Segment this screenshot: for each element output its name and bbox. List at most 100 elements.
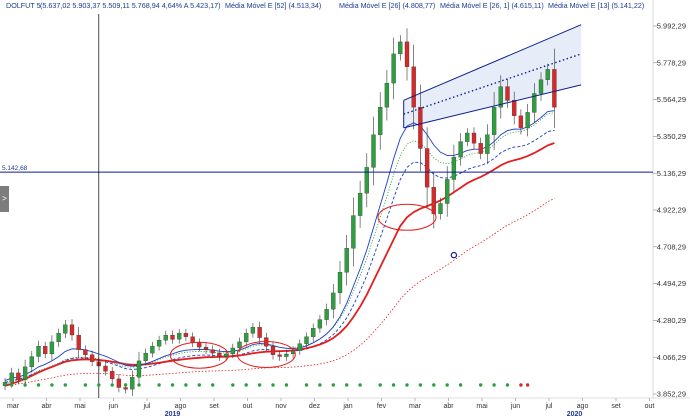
signal-dot-up bbox=[50, 383, 54, 387]
signal-dot-up bbox=[405, 383, 409, 387]
horizontal-line-label: 5.142,68 bbox=[2, 165, 28, 172]
signal-dot-up bbox=[97, 383, 101, 387]
candle-up bbox=[525, 112, 530, 129]
candle-up bbox=[364, 167, 369, 194]
candle-down bbox=[404, 41, 410, 67]
signal-dot-down bbox=[525, 383, 530, 387]
y-axis: 5.992,29 5.778,29 5.564,29 5.350,29 5.136,29… bbox=[653, 22, 686, 399]
signal-dot-up bbox=[231, 383, 235, 387]
candle-down bbox=[505, 86, 510, 101]
candle-up bbox=[391, 53, 396, 84]
candle-down bbox=[257, 327, 262, 338]
candle-up bbox=[56, 333, 61, 343]
candle-up bbox=[357, 193, 363, 216]
candle-up bbox=[177, 333, 182, 340]
header-ma-52: Média Móvel E [52] (4.513,34) bbox=[225, 1, 321, 10]
y-tick-label: 4.708,29 bbox=[657, 242, 686, 251]
signal-dot-up bbox=[10, 383, 14, 387]
candle-up bbox=[311, 328, 316, 337]
y-tick-label: 4.066,29 bbox=[657, 353, 686, 362]
signal-dot-up bbox=[391, 383, 396, 387]
side-panel-toggle[interactable]: > bbox=[0, 186, 9, 212]
candle-down bbox=[478, 143, 483, 154]
signal-dot-up bbox=[284, 383, 289, 387]
candle-up bbox=[22, 366, 28, 380]
header-symbol: DOLFUT 5 bbox=[6, 1, 41, 10]
signal-dot-up bbox=[505, 383, 510, 387]
candle-up bbox=[284, 353, 289, 357]
candle-up bbox=[130, 377, 135, 390]
signal-dot-up bbox=[271, 383, 275, 387]
candle-up bbox=[163, 334, 168, 341]
candle-down bbox=[76, 334, 81, 350]
x-axis: mar abr mai jun jul ago set out nov dez jan fev mar a… bbox=[7, 398, 654, 418]
candle-down bbox=[197, 342, 202, 348]
x-tick-label: fev bbox=[377, 403, 387, 410]
x-tick-label: set bbox=[209, 403, 218, 410]
candle-up bbox=[143, 352, 148, 361]
candle-up bbox=[458, 141, 463, 158]
candle-up bbox=[36, 346, 41, 357]
signal-dot-up bbox=[378, 383, 382, 387]
candle-up bbox=[29, 356, 34, 368]
candle-down bbox=[277, 354, 282, 357]
candle-down bbox=[518, 115, 524, 128]
candle-up bbox=[398, 41, 403, 55]
x-tick-label: set bbox=[611, 403, 620, 410]
signal-dot-up bbox=[123, 383, 128, 387]
x-year-label: 2020 bbox=[567, 411, 583, 418]
candle-down bbox=[471, 132, 477, 144]
x-tick-label: jan bbox=[342, 403, 352, 410]
x-tick-label: jul bbox=[142, 403, 150, 410]
signal-dot-up bbox=[445, 383, 449, 387]
x-tick-label: jun bbox=[510, 403, 520, 410]
signal-dot-up bbox=[458, 383, 463, 387]
x-tick-label: jun bbox=[108, 403, 118, 410]
x-tick-label: out bbox=[243, 403, 253, 410]
candle-up bbox=[351, 215, 356, 249]
y-tick-label: 5.778,29 bbox=[657, 58, 686, 67]
y-tick-label: 4.922,29 bbox=[657, 206, 686, 215]
candle-up bbox=[545, 69, 550, 80]
x-tick-label: ago bbox=[577, 403, 589, 410]
x-tick-label: out bbox=[645, 403, 655, 410]
candle-up bbox=[344, 248, 349, 273]
candle-up bbox=[465, 132, 470, 142]
signal-dot-up bbox=[110, 383, 114, 387]
signal-dot-up bbox=[83, 383, 88, 387]
x-tick-label: mar bbox=[409, 403, 422, 410]
candle-up bbox=[2, 382, 8, 386]
candle-up bbox=[237, 341, 242, 349]
candle-up bbox=[244, 333, 249, 343]
candle-up bbox=[451, 156, 457, 180]
candle-up bbox=[63, 324, 68, 334]
signal-dot-up bbox=[211, 383, 215, 387]
x-tick-label: mar bbox=[7, 403, 20, 410]
signal-dot-up bbox=[63, 383, 67, 387]
candle-up bbox=[384, 82, 390, 108]
candle-down bbox=[116, 378, 122, 388]
candle-down bbox=[431, 187, 436, 215]
candle-up bbox=[304, 336, 309, 344]
candle-down bbox=[552, 69, 557, 108]
candle-down bbox=[217, 352, 222, 357]
signal-dot-up bbox=[137, 383, 141, 387]
signal-dot-up bbox=[36, 383, 41, 387]
price-chart[interactable]: 5.142,68 5.992,29 5.778,29 5.564,29 5.350,2… bbox=[0, 0, 690, 418]
candle-up bbox=[156, 340, 162, 347]
x-year-label: 2019 bbox=[165, 411, 181, 418]
signal-dot-up bbox=[479, 383, 483, 387]
signal-dot-up bbox=[244, 383, 248, 387]
signal-dot-up bbox=[257, 383, 262, 387]
y-tick-label: 4.494,29 bbox=[657, 279, 686, 288]
candle-up bbox=[49, 341, 55, 355]
candle-up bbox=[9, 372, 14, 383]
candle-up bbox=[485, 134, 490, 154]
candle-down bbox=[270, 346, 276, 355]
candle-down bbox=[424, 148, 430, 188]
candle-down bbox=[16, 372, 21, 380]
candle-up bbox=[337, 272, 343, 294]
signal-dot-up bbox=[170, 383, 175, 387]
x-tick-label: mai bbox=[74, 403, 86, 410]
y-tick-label: 5.136,29 bbox=[657, 169, 686, 178]
